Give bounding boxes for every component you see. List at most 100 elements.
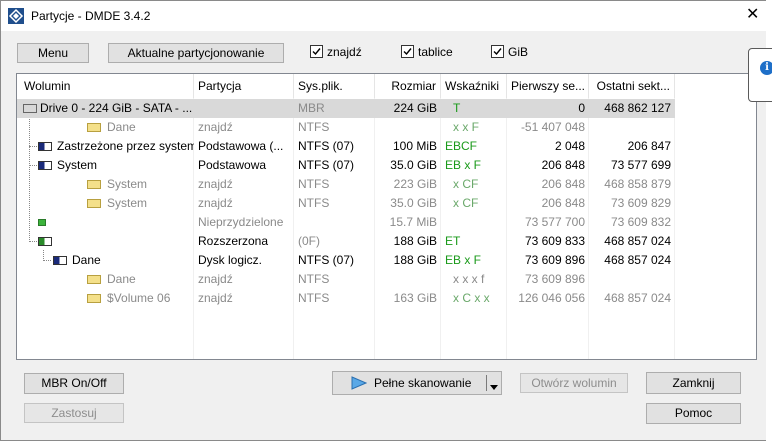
table-row[interactable]: Nieprzydzielone 15.7 MiB 73 577 700 73 6… xyxy=(17,213,675,232)
last-sector-cell: 468 857 024 xyxy=(604,291,671,305)
last-sector-cell: 468 862 127 xyxy=(604,101,671,115)
filesystem-cell: NTFS xyxy=(298,120,330,134)
volume-cell: System xyxy=(57,158,98,172)
partition-cell: Dysk logicz. xyxy=(198,253,263,267)
table-row[interactable]: Rozszerzona (0F) 188 GiB ET 73 609 833 4… xyxy=(17,232,675,251)
help-button[interactable]: Pomoc xyxy=(646,403,741,424)
full-scan-label: Pełne skanowanie xyxy=(374,376,472,390)
checkbox-box[interactable] xyxy=(310,45,323,58)
partition-cell: Podstawowa (... xyxy=(198,139,284,153)
partition-cell: znajdź xyxy=(198,196,233,210)
tables-checkbox-label: tablice xyxy=(418,45,453,59)
checkbox-box[interactable] xyxy=(491,45,504,58)
first-sector-cell: 126 046 056 xyxy=(518,291,585,305)
last-sector-cell: 206 847 xyxy=(627,139,671,153)
size-cell: 100 MiB xyxy=(392,139,437,153)
full-scan-button[interactable]: Pełne skanowanie xyxy=(332,371,502,395)
split-divider xyxy=(486,375,487,391)
first-sector-cell: 73 609 896 xyxy=(524,272,585,286)
table-row[interactable]: Dane znajdź NTFS x x F -51 407 048 xyxy=(17,118,675,137)
table-row[interactable]: System Podstawowa NTFS (07) 35.0 GiB EB … xyxy=(17,156,675,175)
volume-found-icon xyxy=(87,123,101,132)
last-sector-cell: 73 609 832 xyxy=(610,215,671,229)
list-header: Wolumin Partycja Sys.plik. Rozmiar Wskaź… xyxy=(17,74,756,99)
gib-checkbox[interactable]: GiB xyxy=(491,45,536,61)
info-icon: i xyxy=(760,61,772,75)
volume-found-icon xyxy=(87,294,101,303)
checkbox-box[interactable] xyxy=(401,45,414,58)
volume-cell: System xyxy=(107,196,148,210)
flags-cell: x x F xyxy=(453,120,479,134)
table-row[interactable]: System znajdź NTFS 223 GiB x CF 206 848 … xyxy=(17,175,675,194)
last-sector-cell: 468 858 879 xyxy=(604,177,671,191)
table-row[interactable]: $Volume 06 znajdź NTFS 163 GiB x C x x 1… xyxy=(17,289,675,308)
last-sector-cell: 73 577 699 xyxy=(610,158,671,172)
column-header-volume[interactable]: Wolumin xyxy=(17,74,194,98)
filesystem-cell: MBR xyxy=(298,101,325,115)
last-sector-cell xyxy=(589,118,675,137)
primary-partition-icon xyxy=(38,161,52,170)
size-cell: 223 GiB xyxy=(393,177,437,191)
volume-cell: Dane xyxy=(107,272,136,286)
table-row[interactable]: System znajdź NTFS 35.0 GiB x CF 206 848… xyxy=(17,194,675,213)
table-row[interactable]: Drive 0 - 224 GiB - SATA - ... MBR 224 G… xyxy=(17,99,675,118)
size-cell: 224 GiB xyxy=(393,101,437,115)
first-sector-cell: 0 xyxy=(578,101,585,115)
extended-partition-icon xyxy=(38,237,52,246)
table-row[interactable]: Zastrzeżone przez system Podstawowa (...… xyxy=(17,137,675,156)
volume-cell: Zastrzeżone przez system xyxy=(57,139,194,153)
partition-cell: Podstawowa xyxy=(198,158,267,172)
volume-cell: System xyxy=(107,177,148,191)
size-cell: 163 GiB xyxy=(393,291,437,305)
first-sector-cell: -51 407 048 xyxy=(520,120,585,134)
volume-cell: $Volume 06 xyxy=(107,291,171,305)
find-checkbox-label: znajdź xyxy=(327,45,362,59)
filesystem-cell: NTFS (07) xyxy=(298,139,355,153)
mbr-onoff-button[interactable]: MBR On/Off xyxy=(24,373,124,394)
dmde-app-icon xyxy=(8,8,24,24)
partition-cell xyxy=(194,99,294,118)
partition-list[interactable]: Wolumin Partycja Sys.plik. Rozmiar Wskaź… xyxy=(16,73,757,360)
column-header-last-sector[interactable]: Ostatni sekt... xyxy=(589,74,675,98)
flags-cell xyxy=(441,213,507,232)
filesystem-cell: NTFS xyxy=(298,196,330,210)
column-header-partition[interactable]: Partycja xyxy=(194,74,294,98)
size-cell: 188 GiB xyxy=(393,234,437,248)
flags-cell: x CF xyxy=(453,196,479,210)
find-checkbox[interactable]: znajdź xyxy=(310,45,370,61)
title-bar: Partycje - DMDE 3.4.2 ✕ xyxy=(1,1,767,31)
volume-cell xyxy=(53,213,194,232)
filesystem-cell: NTFS xyxy=(298,177,330,191)
filesystem-cell: NTFS xyxy=(298,291,330,305)
primary-partition-icon xyxy=(38,142,52,151)
column-header-filesystem[interactable]: Sys.plik. xyxy=(294,74,375,98)
flags-cell: T xyxy=(453,101,461,115)
tables-checkbox[interactable]: tablice xyxy=(401,45,461,61)
open-volume-button[interactable]: Otwórz wolumin xyxy=(520,373,628,393)
filesystem-cell: NTFS xyxy=(298,272,330,286)
chevron-down-icon[interactable] xyxy=(489,379,499,397)
first-sector-cell: 2 048 xyxy=(554,139,585,153)
close-icon[interactable]: ✕ xyxy=(746,4,759,24)
first-sector-cell: 206 848 xyxy=(541,177,585,191)
current-partitioning-button[interactable]: Aktualne partycjonowanie xyxy=(108,43,284,63)
size-cell: 35.0 GiB xyxy=(390,158,437,172)
column-header-flags[interactable]: Wskaźniki xyxy=(441,74,507,98)
table-row[interactable]: Dane Dysk logicz. NTFS (07) 188 GiB EB x… xyxy=(17,251,675,270)
partition-cell: znajdź xyxy=(198,120,233,134)
gib-checkbox-label: GiB xyxy=(508,45,529,59)
flags-cell: EB x F xyxy=(445,158,482,172)
first-sector-cell: 73 577 700 xyxy=(524,215,585,229)
first-sector-cell: 206 848 xyxy=(541,196,585,210)
menu-button[interactable]: Menu xyxy=(17,43,89,63)
filesystem-cell: NTFS (07) xyxy=(298,158,355,172)
column-header-first-sector[interactable]: Pierwszy se... xyxy=(507,74,589,98)
partition-cell: Rozszerzona xyxy=(198,234,269,248)
column-header-size[interactable]: Rozmiar xyxy=(375,74,441,98)
close-button[interactable]: Zamknij xyxy=(646,372,741,394)
volume-found-icon xyxy=(87,199,101,208)
logical-drive-icon xyxy=(53,256,67,265)
unallocated-space-icon xyxy=(38,219,46,226)
table-row[interactable]: Dane znajdź NTFS x x x f 73 609 896 xyxy=(17,270,675,289)
apply-button[interactable]: Zastosuj xyxy=(24,403,124,423)
